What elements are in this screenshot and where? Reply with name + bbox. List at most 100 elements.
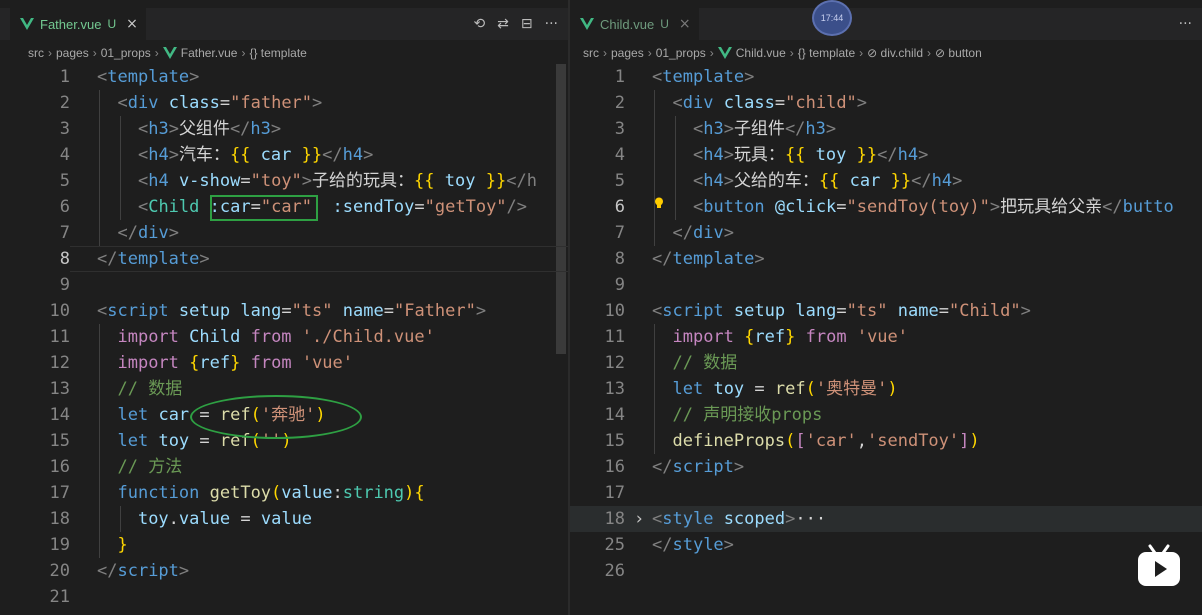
code-token: let: [117, 431, 149, 451]
line-number: 26: [604, 561, 625, 581]
breadcrumb-item[interactable]: src: [28, 46, 44, 60]
tab-father-vue[interactable]: Father.vue U ×: [10, 8, 146, 40]
code-token: 'vue': [301, 353, 354, 373]
code-token: "getToy": [424, 197, 507, 217]
breadcrumb: src › pages › 01_props › Child.vue › {} temp…: [583, 44, 982, 62]
more-actions-icon[interactable]: ···: [1179, 16, 1192, 32]
code-editor[interactable]: 1 <template> 2 <div class="child"> 3 <h3>…: [570, 64, 1202, 615]
timeline-icon[interactable]: ⟲: [473, 16, 485, 32]
breadcrumb-item[interactable]: Father.vue: [181, 46, 238, 60]
tab-label: Father.vue: [40, 16, 102, 32]
breadcrumb-item[interactable]: {} template: [249, 46, 306, 60]
code-token: car: [849, 171, 881, 191]
line-number: 18: [604, 509, 625, 529]
line-number: 16: [604, 457, 625, 477]
fold-ellipsis[interactable]: ···: [795, 509, 826, 529]
code-token: let: [672, 379, 704, 399]
chevron-right-icon: ›: [709, 46, 714, 60]
vue-file-icon: [162, 47, 177, 59]
close-icon[interactable]: ×: [126, 16, 138, 32]
code-token: butto: [1122, 197, 1174, 217]
line-number: 5: [614, 171, 625, 191]
code-token: "Child": [948, 301, 1021, 321]
code-token: name: [897, 301, 939, 321]
code-token: h4: [148, 171, 169, 191]
code-token: toy: [158, 431, 190, 451]
clock-badge: 17:44: [812, 0, 852, 36]
code-token: "sendToy(toy)": [846, 197, 990, 217]
code-line: 25 </style>: [570, 532, 1202, 558]
code-token: setup: [733, 301, 786, 321]
code-line: 14 // 声明接收props: [570, 402, 1202, 428]
breadcrumb-item[interactable]: {} template: [798, 46, 855, 60]
line-number: 11: [49, 327, 70, 347]
line-number: 14: [49, 405, 70, 425]
code-token: class: [168, 93, 220, 113]
code-token: div: [692, 223, 724, 243]
code-token: toy: [444, 171, 476, 191]
annotation-circle: [190, 395, 362, 439]
code-token: h4: [931, 171, 953, 191]
breadcrumb-item[interactable]: src: [583, 46, 599, 60]
line-number: 13: [604, 379, 625, 399]
breadcrumb-item[interactable]: Child.vue: [736, 46, 786, 60]
vue-file-icon: [717, 47, 732, 59]
code-token: h3: [805, 119, 826, 139]
code-token: lang: [795, 301, 837, 321]
breadcrumb-item[interactable]: pages: [56, 46, 89, 60]
line-number: 9: [59, 275, 70, 295]
code-token: 玩具：: [733, 145, 785, 165]
code-token: from: [250, 353, 292, 373]
code-token: :sendToy: [332, 197, 415, 217]
code-token: "ts": [291, 301, 333, 321]
code-token: ref: [774, 379, 806, 399]
compare-icon[interactable]: ⇄: [497, 16, 509, 32]
code-token: toy: [713, 379, 745, 399]
line-number: 12: [604, 353, 625, 373]
chevron-right-icon: ›: [789, 46, 794, 60]
code-line: 12 // 数据: [570, 350, 1202, 376]
code-token: "child": [785, 93, 857, 113]
breadcrumb-item[interactable]: 01_props: [101, 46, 151, 60]
line-number: 10: [49, 301, 70, 321]
line-number: 7: [614, 223, 625, 243]
code-line: 3 <h3>父组件</h3>: [0, 116, 568, 142]
tab-child-vue[interactable]: Child.vue U ×: [570, 8, 699, 40]
code-token: Child: [148, 197, 200, 217]
code-token: ref: [754, 327, 786, 347]
split-editor-icon[interactable]: ⊟: [521, 16, 533, 32]
code-line: 18 › <style scoped>···: [570, 506, 1202, 532]
breadcrumb-item[interactable]: pages: [611, 46, 644, 60]
code-token: h4: [703, 145, 724, 165]
code-token: 汽车：: [178, 145, 230, 165]
more-actions-icon[interactable]: ···: [545, 16, 558, 32]
close-icon[interactable]: ×: [679, 16, 691, 32]
code-line: 3 <h3>子组件</h3>: [570, 116, 1202, 142]
breadcrumb-item[interactable]: ⊘ button: [935, 46, 982, 60]
line-number: 3: [59, 119, 70, 139]
chevron-right-icon[interactable]: ›: [634, 506, 644, 532]
tab-bar: Child.vue U × ···: [570, 8, 1202, 40]
line-number: 6: [614, 197, 625, 217]
line-number: 15: [604, 431, 625, 451]
breadcrumb-item[interactable]: ⊘ div.child: [867, 46, 923, 60]
line-number: 21: [49, 587, 70, 607]
line-number: 17: [49, 483, 70, 503]
code-token: from: [250, 327, 292, 347]
code-token: let: [117, 405, 149, 425]
breadcrumb-item[interactable]: 01_props: [656, 46, 706, 60]
code-line: 7 </div>: [0, 220, 568, 246]
code-token: Child: [189, 327, 241, 347]
code-line: 16 // 方法: [0, 454, 568, 480]
chevron-right-icon: ›: [241, 46, 246, 60]
code-token: value: [281, 483, 333, 503]
code-token: div: [137, 223, 169, 243]
code-editor[interactable]: 1 <template> 2 <div class="father"> 3 <h3…: [0, 64, 568, 615]
code-token: import: [672, 327, 734, 347]
code-token: ref: [199, 353, 231, 373]
breadcrumb: src › pages › 01_props › Father.vue › {} tem…: [28, 44, 307, 62]
line-number: 4: [614, 145, 625, 165]
code-token: h3: [703, 119, 724, 139]
code-token: script: [107, 301, 169, 321]
line-number: 7: [59, 223, 70, 243]
